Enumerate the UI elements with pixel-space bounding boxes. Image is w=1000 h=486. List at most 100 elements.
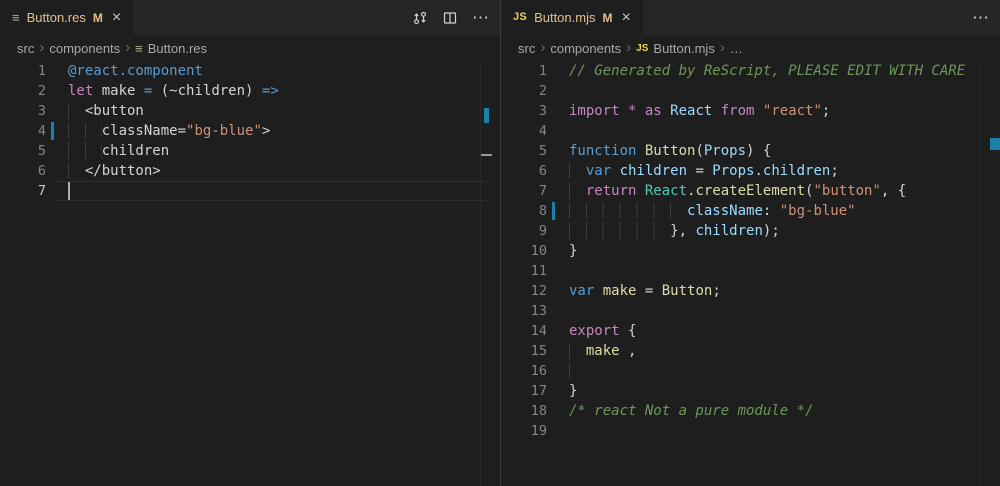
close-icon[interactable]: ×	[112, 10, 121, 26]
line-number: 5	[0, 141, 46, 161]
tab-label: Button.mjs	[534, 10, 595, 25]
scrollbar-edge	[480, 61, 481, 486]
code-line[interactable]: 15 make ,	[501, 341, 1000, 361]
breadcrumb-item-symbol-more[interactable]: …	[730, 41, 743, 56]
line-number: 19	[501, 421, 547, 441]
modified-marker	[484, 108, 489, 123]
breadcrumb-left: src › components › ≡ Button.res	[0, 35, 500, 61]
breadcrumb-item-src[interactable]: src	[518, 41, 535, 56]
line-number: 3	[501, 101, 547, 121]
breadcrumb-right: src › components › JS Button.mjs › …	[501, 35, 1000, 61]
breadcrumb-item-src[interactable]: src	[17, 41, 34, 56]
code-text: var make = Button;	[569, 281, 721, 301]
code-text: var children = Props.children;	[569, 161, 839, 181]
line-number: 7	[501, 181, 547, 201]
line-number: 6	[0, 161, 46, 181]
code-line[interactable]: 4	[501, 121, 1000, 141]
line-number: 12	[501, 281, 547, 301]
code-editor-left[interactable]: 1 @react.component2let make = (~children)…	[0, 61, 500, 486]
code-line[interactable]: 18/* react Not a pure module */	[501, 401, 1000, 421]
line-number: 17	[501, 381, 547, 401]
line-number: 10	[501, 241, 547, 261]
code-line[interactable]: 6 var children = Props.children;	[501, 161, 1000, 181]
chevron-right-icon: ›	[39, 40, 44, 55]
code-line[interactable]: 2	[501, 81, 1000, 101]
breadcrumb-item-components[interactable]: components	[49, 41, 120, 56]
code-line[interactable]: 3 <button	[0, 101, 500, 121]
line-number: 3	[0, 101, 46, 121]
tab-bar-left: ≡ Button.res M ×	[0, 0, 500, 35]
code-line[interactable]: 13	[501, 301, 1000, 321]
code-line[interactable]: 10}	[501, 241, 1000, 261]
code-text: className: "bg-blue"	[569, 201, 856, 221]
more-actions-icon[interactable]: ⋯	[972, 8, 990, 28]
code-text: import * as React from "react";	[569, 101, 830, 121]
line-number: 7	[0, 181, 46, 201]
modified-badge: M	[602, 11, 612, 25]
code-line[interactable]: 4 className="bg-blue">	[0, 121, 500, 141]
code-line[interactable]: 16	[501, 361, 1000, 381]
code-text: <button	[68, 101, 144, 121]
code-line[interactable]: 3 import * as React from "react";	[501, 101, 1000, 121]
code-text: </button>	[68, 161, 161, 181]
close-icon[interactable]: ×	[621, 10, 630, 26]
chevron-right-icon: ›	[125, 40, 130, 55]
more-actions-icon[interactable]: ⋯	[472, 8, 490, 28]
code-line[interactable]: 5 function Button(Props) {	[501, 141, 1000, 161]
code-line[interactable]: 6 </button>	[0, 161, 500, 181]
code-line[interactable]: 8 className: "bg-blue"	[501, 201, 1000, 221]
tab-button-res[interactable]: ≡ Button.res M ×	[0, 0, 133, 35]
code-line[interactable]: 2let make = (~children) =>	[0, 81, 500, 101]
line-number: 4	[501, 121, 547, 141]
javascript-file-icon: JS	[513, 12, 527, 23]
code-line[interactable]: 12 var make = Button;	[501, 281, 1000, 301]
editor-actions-left: ⋯	[412, 0, 490, 35]
javascript-file-icon: JS	[636, 43, 648, 54]
code-text: return React.createElement("button", {	[569, 181, 906, 201]
code-text: children	[68, 141, 169, 161]
code-line[interactable]: 19	[501, 421, 1000, 441]
editor-pane-left: ≡ Button.res M ×	[0, 0, 500, 486]
code-text: /* react Not a pure module */	[569, 401, 813, 421]
code-line[interactable]: 7	[0, 181, 500, 201]
line-number: 1	[0, 61, 46, 81]
file-list-icon: ≡	[135, 41, 143, 56]
line-number: 1	[501, 61, 547, 81]
code-text: function Button(Props) {	[569, 141, 771, 161]
line-number: 8	[501, 201, 547, 221]
tab-label: Button.res	[27, 10, 86, 25]
code-text: @react.component	[68, 61, 203, 81]
code-line[interactable]: 11	[501, 261, 1000, 281]
line-number: 5	[501, 141, 547, 161]
line-number: 14	[501, 321, 547, 341]
line-number: 15	[501, 341, 547, 361]
code-text: className="bg-blue">	[68, 121, 270, 141]
code-line[interactable]: 5 children	[0, 141, 500, 161]
vscode-window: ≡ Button.res M ×	[0, 0, 1000, 486]
file-list-icon: ≡	[12, 11, 20, 24]
scrollbar-edge	[980, 61, 981, 486]
breadcrumb-item-file[interactable]: Button.res	[148, 41, 207, 56]
code-line[interactable]: 7 return React.createElement("button", {	[501, 181, 1000, 201]
tab-button-mjs[interactable]: JS Button.mjs M ×	[501, 0, 643, 35]
open-changes-icon[interactable]	[412, 10, 428, 26]
code-line[interactable]: 9 }, children);	[501, 221, 1000, 241]
code-text: }	[569, 381, 577, 401]
code-text: // Generated by ReScript, PLEASE EDIT WI…	[569, 61, 965, 81]
code-editor-right[interactable]: 1 // Generated by ReScript, PLEASE EDIT W…	[501, 61, 1000, 486]
modified-line-marker	[51, 122, 54, 140]
line-number: 6	[501, 161, 547, 181]
code-line[interactable]: 1 // Generated by ReScript, PLEASE EDIT W…	[501, 61, 1000, 81]
tab-bar-right: JS Button.mjs M × ⋯	[501, 0, 1000, 35]
code-line[interactable]: 1 @react.component	[0, 61, 500, 81]
text-cursor	[68, 182, 70, 200]
breadcrumb-item-file[interactable]: Button.mjs	[653, 41, 714, 56]
cursor-marker	[481, 154, 492, 156]
breadcrumb-item-components[interactable]: components	[550, 41, 621, 56]
code-line[interactable]: 14export {	[501, 321, 1000, 341]
code-line[interactable]: 17}	[501, 381, 1000, 401]
line-number: 9	[501, 221, 547, 241]
line-number: 2	[0, 81, 46, 101]
split-editor-icon[interactable]	[442, 10, 458, 26]
chevron-right-icon: ›	[540, 40, 545, 55]
